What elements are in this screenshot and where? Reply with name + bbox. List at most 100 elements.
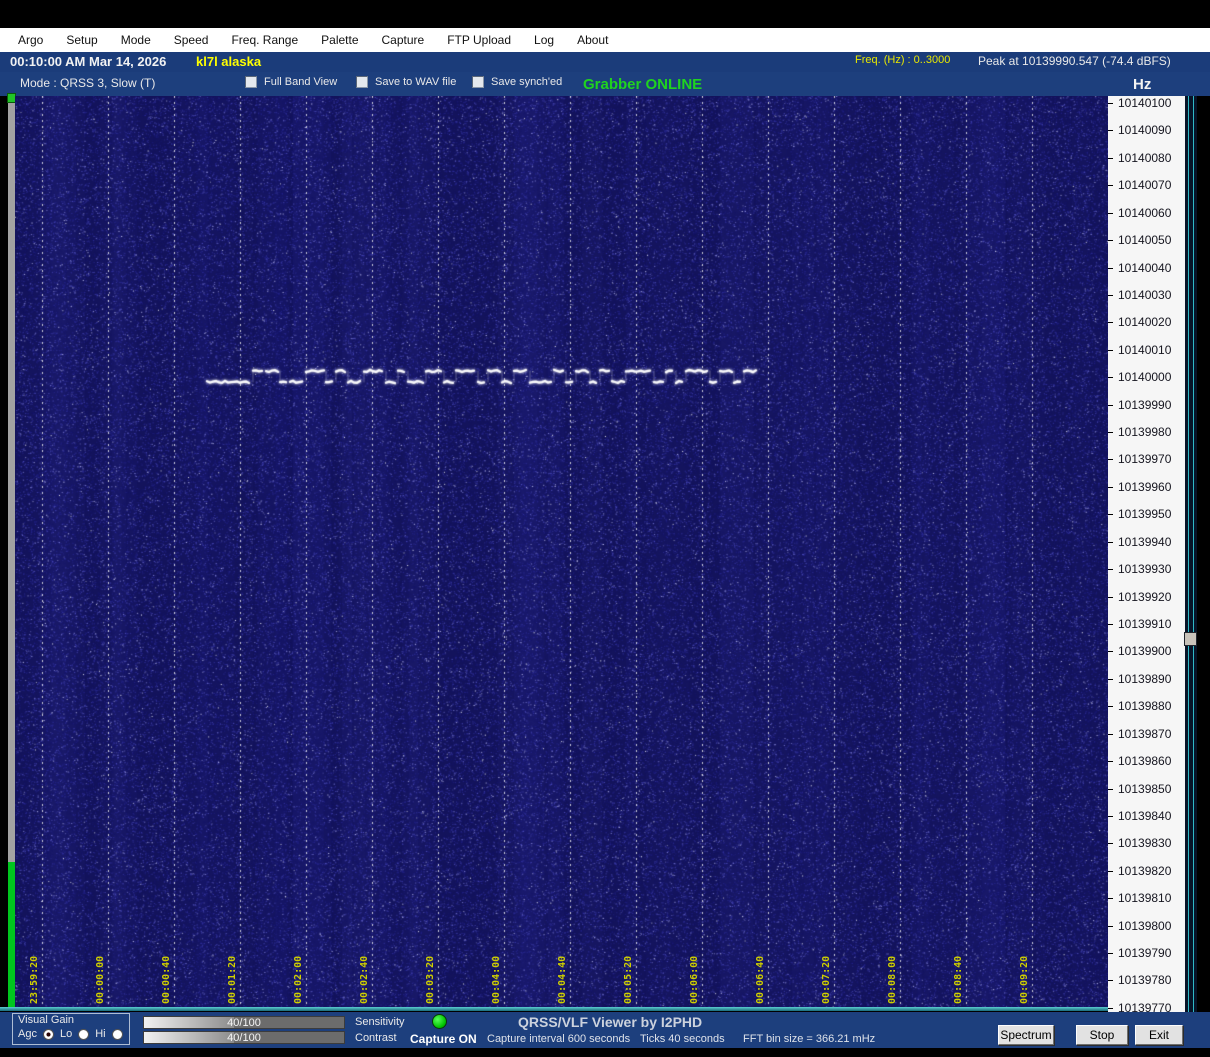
exit-button[interactable]: Exit [1135,1025,1183,1045]
time-label: 00:06:40 [755,955,766,1004]
sensitivity-value: 40/100 [227,1017,261,1029]
time-label: 00:01:20 [227,955,238,1004]
checkbox-group-save-to-wav-file: Save to WAV file [356,76,456,88]
datetime-display: 00:10:00 AM Mar 14, 2026 [10,54,167,69]
freq-label: 10139940 [1118,534,1172,549]
freq-label: 10139850 [1118,781,1172,796]
menu-item-setup[interactable]: Setup [66,33,97,47]
capture-interval-info: Capture interval 600 seconds [487,1033,631,1045]
freq-label: 10140030 [1118,287,1172,302]
freq-tick [1108,157,1113,159]
freq-label: 10139790 [1118,946,1172,961]
freq-tick [1108,980,1113,982]
time-label: 00:02:40 [359,955,370,1004]
bottom-divider-line [0,1007,1108,1011]
freq-label: 10139980 [1118,425,1172,440]
checkbox-label-save-synch-ed: Save synch'ed [491,76,563,88]
visual-gain-title: Visual Gain [18,1014,75,1026]
spectrum-button[interactable]: Spectrum [998,1025,1054,1045]
scrollbar-groove-line [1193,96,1194,1012]
freq-label: 10139910 [1118,616,1172,631]
time-label: 00:04:00 [491,955,502,1004]
freq-label: 10140090 [1118,123,1172,138]
menu-item-palette[interactable]: Palette [321,33,358,47]
time-label: 00:02:00 [293,955,304,1004]
freq-label: 10139950 [1118,507,1172,522]
freq-tick [1108,377,1113,379]
freq-label: 10139810 [1118,891,1172,906]
capture-status: Capture ON [410,1032,477,1046]
argo-app-window: Argo Setup Mode Speed Freq. Range Palette Capt… [0,0,1210,1057]
freq-tick [1108,651,1113,653]
time-label: 00:05:20 [623,955,634,1004]
freq-label: 10139890 [1118,671,1172,686]
checkbox-save-synch-ed[interactable] [472,76,484,88]
contrast-slider[interactable]: 40/100 [143,1031,345,1044]
checkbox-save-to-wav-file[interactable] [356,76,368,88]
freq-tick [1108,733,1113,735]
contrast-value: 40/100 [227,1032,261,1044]
menu-item-about[interactable]: About [577,33,608,47]
stop-button[interactable]: Stop [1076,1025,1128,1045]
radio-agc[interactable] [42,1028,54,1040]
fft-bin-info: FFT bin size = 366.21 mHz [743,1033,876,1045]
control-bar: Visual Gain Agc Lo Hi 40/100 40/100 Sensit… [0,1012,1210,1048]
freq-tick [1108,322,1113,324]
grabber-status: Grabber ONLINE [583,76,703,93]
peak-readout: Peak at 10139990.547 (-74.4 dBFS) [978,54,1171,68]
freq-tick [1108,486,1113,488]
freq-scrollbar-track[interactable] [1185,96,1197,1012]
time-label: 00:04:40 [557,955,568,1004]
menu-item-argo[interactable]: Argo [18,33,43,47]
spectrogram-canvas[interactable] [15,96,1108,1008]
checkbox-group-full-band-view: Full Band View [245,76,337,88]
spectrogram-area: 23:59:20 00:00:00 00:00:40 00:01:20 00:02:00… [0,93,1210,1015]
mode-label: Mode : QRSS 3, Slow (T) [20,76,156,90]
freq-label: 10139970 [1118,452,1172,467]
checkbox-group-save-synch-ed: Save synch'ed [472,76,562,88]
hz-unit-label: Hz [1133,76,1152,93]
time-label: 00:00:40 [161,955,172,1004]
freq-tick [1108,623,1113,625]
menu-bar: Argo Setup Mode Speed Freq. Range Palette Capt… [0,28,1210,52]
menu-item-speed[interactable]: Speed [174,33,209,47]
contrast-label: Contrast [355,1032,397,1044]
freq-tick [1108,953,1113,955]
freq-label: 10139900 [1118,644,1172,659]
freq-range-readout: Freq. (Hz) : 0..3000 [855,54,951,66]
radio-hi[interactable] [111,1028,123,1040]
menu-item-log[interactable]: Log [534,33,554,47]
menu-item-mode[interactable]: Mode [121,33,151,47]
freq-tick [1108,843,1113,845]
freq-tick [1108,294,1113,296]
time-label: 23:59:20 [29,955,40,1004]
sensitivity-slider[interactable]: 40/100 [143,1016,345,1029]
freq-label: 10140000 [1118,370,1172,385]
radio-label-hi: Hi [95,1028,106,1040]
time-label: 00:06:00 [689,955,700,1004]
time-label: 00:07:20 [821,955,832,1004]
freq-tick [1108,925,1113,927]
freq-label: 10140080 [1118,150,1172,165]
freq-label: 10139870 [1118,726,1172,741]
freq-label: 10140010 [1118,342,1172,357]
menu-item-capture[interactable]: Capture [382,33,425,47]
freq-tick [1108,240,1113,242]
menu-item-freq-range[interactable]: Freq. Range [231,33,298,47]
freq-tick [1108,569,1113,571]
radio-lo[interactable] [78,1028,90,1040]
freq-tick [1108,432,1113,434]
app-title: QRSS/VLF Viewer by I2PHD [518,1014,703,1030]
freq-tick [1108,267,1113,269]
visual-gain-groupbox: Visual Gain Agc Lo Hi [12,1013,130,1045]
freq-label: 10139960 [1118,479,1172,494]
time-label: 00:09:20 [1019,955,1030,1004]
freq-label: 10139920 [1118,589,1172,604]
radio-label-agc: Agc [18,1028,37,1040]
menu-item-ftp-upload[interactable]: FTP Upload [447,33,511,47]
freq-scrollbar-thumb[interactable] [1184,632,1197,646]
frequency-scale: 10140100 10140090 10140080 10140070 10140060… [1108,96,1185,1015]
checkbox-full-band-view[interactable] [245,76,257,88]
freq-tick [1108,706,1113,708]
freq-label: 10139820 [1118,863,1172,878]
